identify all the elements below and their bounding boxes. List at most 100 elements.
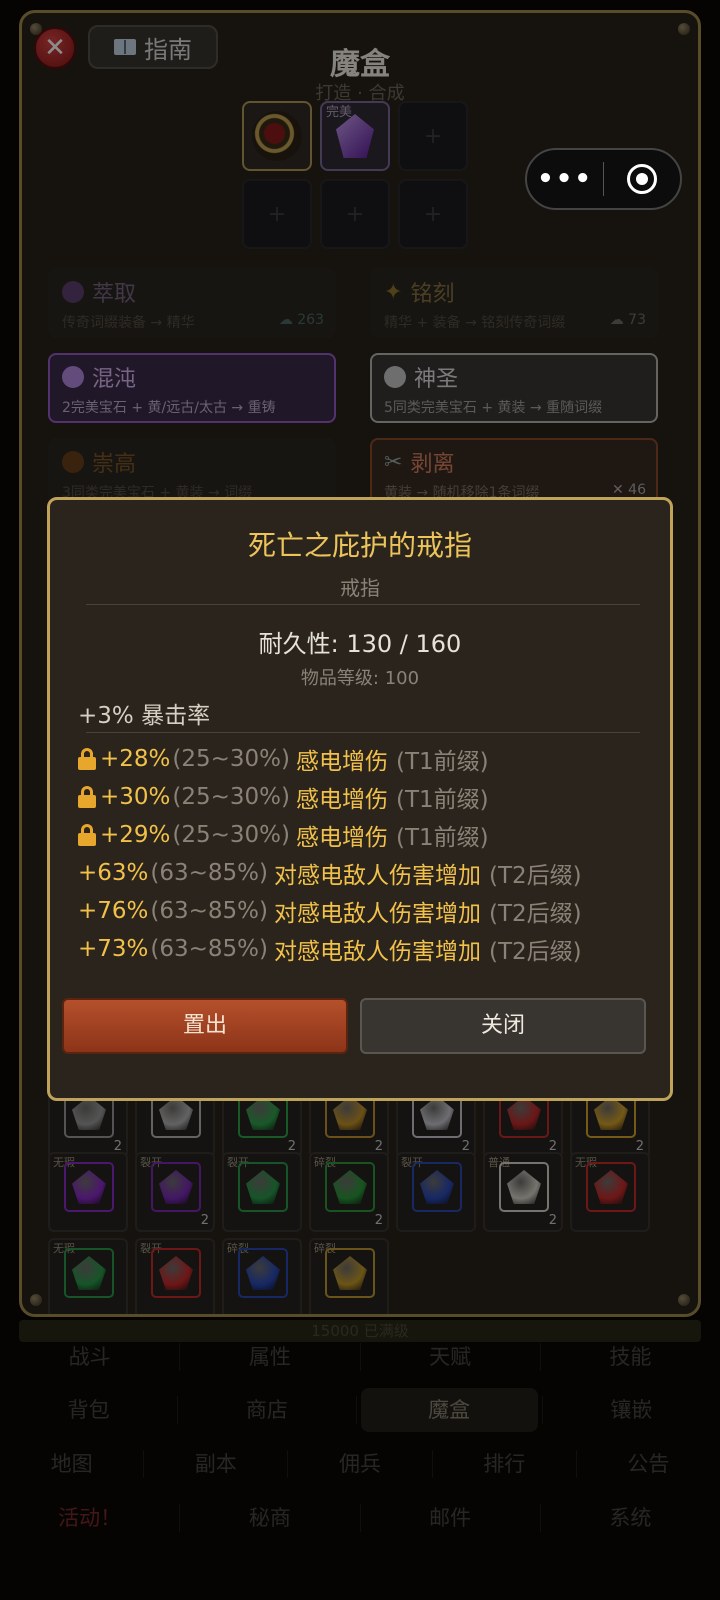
rivet-icon bbox=[30, 1294, 42, 1306]
affix-tier: (T1前缀) bbox=[396, 787, 489, 813]
affix-value: +63% bbox=[78, 860, 149, 886]
recipe-count: ☁ 263 bbox=[278, 312, 324, 328]
emerald-icon bbox=[246, 1170, 280, 1204]
nav-merchant[interactable]: 秘商 bbox=[180, 1496, 359, 1540]
affix-row: +30% (25~30%) 感电增伤 (T1前缀) bbox=[78, 780, 489, 814]
affix-row: +63% (63~85%) 对感电敌人伤害增加 (T2后缀) bbox=[78, 856, 582, 890]
affix-row: +28% (25~30%) 感电增伤 (T1前缀) bbox=[78, 742, 489, 776]
bag-item[interactable]: 普通 2 bbox=[483, 1152, 563, 1232]
craft-slot-empty[interactable]: + bbox=[242, 179, 312, 249]
miniprogram-capsule: ••• bbox=[525, 148, 682, 210]
item-name: 死亡之庇护的戒指 bbox=[247, 529, 472, 562]
nav-talent[interactable]: 天赋 bbox=[361, 1335, 540, 1379]
silver-gem-icon bbox=[72, 1096, 106, 1130]
item-level: 物品等级: 100 bbox=[300, 668, 420, 689]
chaos-orb-icon bbox=[62, 366, 84, 388]
bag-item[interactable]: 裂开 bbox=[222, 1152, 302, 1232]
nav-mail[interactable]: 邮件 bbox=[361, 1496, 540, 1540]
craft-slot-empty[interactable]: + bbox=[398, 101, 468, 171]
affix-stat: 对感电敌人伤害增加 bbox=[274, 901, 482, 927]
more-icon[interactable]: ••• bbox=[527, 164, 603, 194]
gem-icon bbox=[72, 1256, 106, 1290]
affix-value: +76% bbox=[78, 898, 149, 924]
nav-divider bbox=[355, 1396, 357, 1424]
purple-gem-icon bbox=[336, 114, 374, 158]
recipe-holy[interactable]: 神圣 5同类完美宝石 + 黄装 → 重随词缀 bbox=[370, 353, 658, 423]
affix-range: (25~30%) bbox=[172, 784, 291, 810]
craft-slot-gem[interactable]: 完美 bbox=[320, 101, 390, 171]
affix-tier: (T1前缀) bbox=[396, 825, 489, 851]
affix-value: +29% bbox=[100, 822, 171, 848]
recipe-name: 混沌 bbox=[92, 367, 137, 392]
nav-mercenary[interactable]: 佣兵 bbox=[288, 1442, 431, 1486]
craft-slot-empty[interactable]: + bbox=[320, 179, 390, 249]
affix-row: +76% (63~85%) 对感电敌人伤害增加 (T2后缀) bbox=[78, 894, 582, 928]
recipe-chaos[interactable]: 混沌 2完美宝石 + 黄/远古/太古 → 重铸 bbox=[48, 353, 336, 423]
affix-value: +30% bbox=[100, 784, 171, 810]
nav-system[interactable]: 系统 bbox=[541, 1496, 720, 1540]
rivet-icon bbox=[678, 1294, 690, 1306]
scissors-icon: ✂ bbox=[384, 449, 403, 475]
affix-stat: 感电增伤 bbox=[296, 825, 389, 851]
take-out-button[interactable]: 置出 bbox=[62, 998, 348, 1054]
nav-skills[interactable]: 技能 bbox=[541, 1335, 720, 1379]
item-tooltip: 死亡之庇护的戒指 戒指 耐久性: 130 / 160 物品等级: 100 +3%… bbox=[47, 497, 673, 1101]
nav-events[interactable]: 活动！ bbox=[0, 1496, 179, 1540]
nav-magic-box[interactable]: 魔盒 bbox=[360, 1388, 538, 1432]
affix-range: (63~85%) bbox=[150, 898, 269, 924]
affix-value: +73% bbox=[78, 936, 149, 962]
nav-shop[interactable]: 商店 bbox=[178, 1388, 355, 1432]
bag-item[interactable]: 裂开 2 bbox=[135, 1152, 215, 1232]
recipe-desc: 精华 + 装备 → 铭刻传奇词缀 bbox=[384, 315, 566, 331]
nav-notice[interactable]: 公告 bbox=[577, 1442, 720, 1486]
nav-ranking[interactable]: 排行 bbox=[433, 1442, 576, 1486]
bag-item[interactable]: 裂开 bbox=[135, 1238, 215, 1314]
exit-target-icon[interactable] bbox=[604, 164, 680, 194]
gem-icon bbox=[159, 1256, 193, 1290]
diamond-icon bbox=[420, 1096, 454, 1130]
exalted-orb-icon bbox=[62, 451, 84, 473]
recipe-extract[interactable]: 萃取 传奇词缀装备 → 精华 ☁ 263 bbox=[48, 268, 336, 338]
nav-row-2: 背包 商店 魔盒 镶嵌 bbox=[0, 1383, 720, 1437]
lock-icon bbox=[78, 824, 96, 846]
item-type: 戒指 bbox=[340, 576, 380, 600]
affix-tier: (T2后缀) bbox=[489, 863, 582, 889]
bag-item[interactable]: 无瑕 bbox=[48, 1152, 128, 1232]
plus-icon: + bbox=[423, 201, 443, 227]
nav-battle[interactable]: 战斗 bbox=[0, 1335, 179, 1379]
recipe-inscribe[interactable]: ✦ 铭刻 精华 + 装备 → 铭刻传奇词缀 ☁ 73 bbox=[370, 268, 658, 338]
ruby-icon bbox=[507, 1096, 541, 1130]
bag-item[interactable]: 裂开 bbox=[396, 1152, 476, 1232]
rivet-icon bbox=[678, 23, 690, 35]
ring-icon bbox=[252, 111, 302, 161]
affix-tier: (T1前缀) bbox=[396, 749, 489, 775]
bag-item[interactable]: 碎裂 2 bbox=[309, 1152, 389, 1232]
bag-item[interactable]: 无瑕 bbox=[570, 1152, 650, 1232]
bag-item[interactable]: 无瑕 bbox=[48, 1238, 128, 1314]
recipe-desc: 2完美宝石 + 黄/远古/太古 → 重铸 bbox=[62, 400, 276, 416]
affix-range: (63~85%) bbox=[150, 936, 269, 962]
lock-icon bbox=[78, 748, 96, 770]
affix-value: +28% bbox=[100, 746, 171, 772]
nav-row-3: 地图 副本 佣兵 排行 公告 bbox=[0, 1437, 720, 1491]
bag-item[interactable]: 碎裂 bbox=[309, 1238, 389, 1314]
amethyst-icon bbox=[159, 1170, 193, 1204]
item-quantity: 2 bbox=[200, 1213, 209, 1228]
recipe-count: ☁ 73 bbox=[609, 312, 646, 328]
nav-map[interactable]: 地图 bbox=[0, 1442, 143, 1486]
purple-orb-icon bbox=[62, 281, 84, 303]
ruby-icon bbox=[594, 1170, 628, 1204]
nav-dungeon[interactable]: 副本 bbox=[144, 1442, 287, 1486]
nav-socket[interactable]: 镶嵌 bbox=[543, 1388, 720, 1432]
silver-gem-icon bbox=[159, 1096, 193, 1130]
bag-item[interactable]: 碎裂 bbox=[222, 1238, 302, 1314]
implicit-stat: +3% 暴击率 bbox=[78, 703, 211, 729]
close-tooltip-button[interactable]: 关闭 bbox=[360, 998, 646, 1054]
nav-attributes[interactable]: 属性 bbox=[180, 1335, 359, 1379]
craft-slot-ring[interactable] bbox=[242, 101, 312, 171]
craft-slot-empty[interactable]: + bbox=[398, 179, 468, 249]
affix-range: (25~30%) bbox=[172, 746, 291, 772]
page-title: 魔盒 bbox=[330, 47, 390, 82]
nav-backpack[interactable]: 背包 bbox=[0, 1388, 177, 1432]
gold-gem-icon bbox=[594, 1096, 628, 1130]
